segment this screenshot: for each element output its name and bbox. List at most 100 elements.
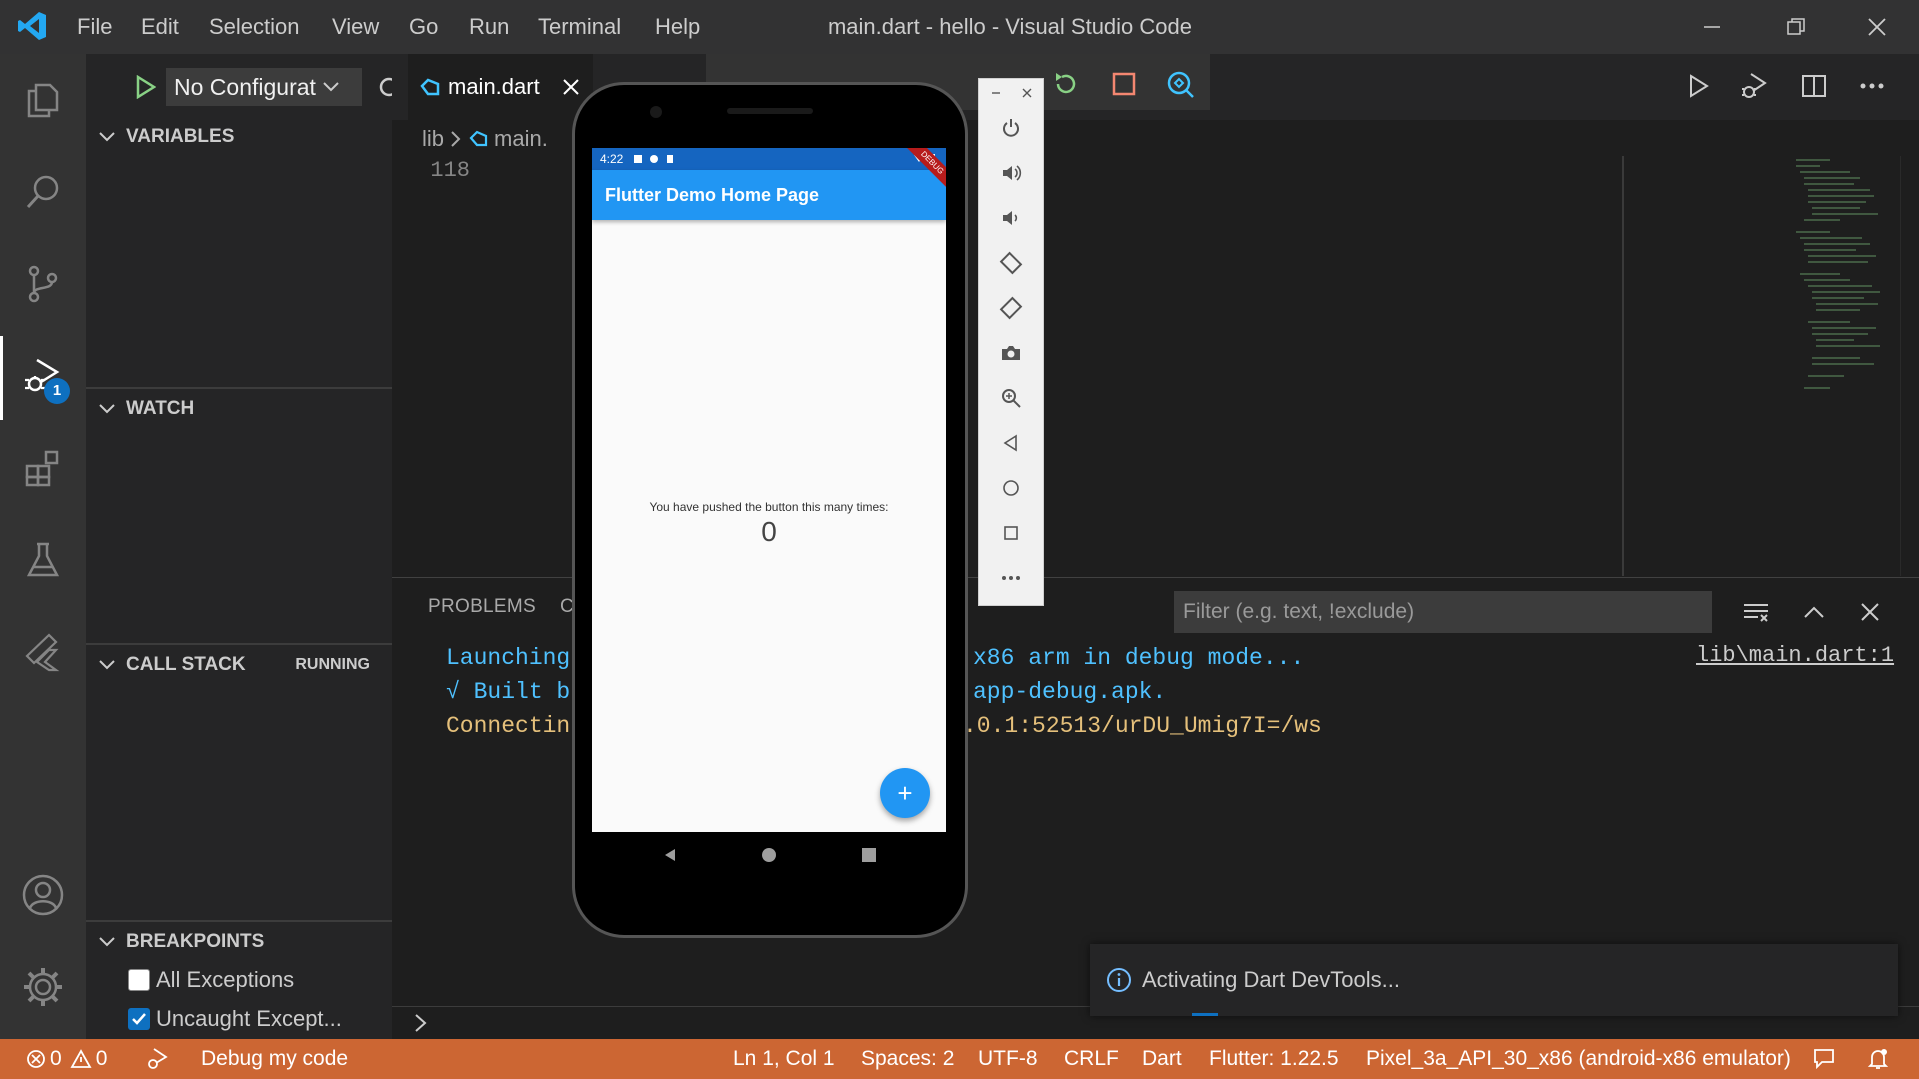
feedback-icon[interactable]	[1812, 1039, 1836, 1079]
chevron-down-icon	[94, 131, 120, 143]
check-icon	[132, 1013, 146, 1025]
notification-toast[interactable]: Activating Dart DevTools...	[1090, 944, 1898, 1016]
increment-fab[interactable]: +	[880, 768, 930, 818]
menu-terminal[interactable]: Terminal	[538, 0, 621, 54]
devtools-inspect-icon[interactable]	[1160, 64, 1200, 104]
menu-run[interactable]: Run	[469, 0, 509, 54]
restore-button[interactable]	[1754, 0, 1838, 54]
maximize-panel-icon[interactable]	[1792, 591, 1836, 633]
accounts-icon[interactable]	[0, 849, 86, 941]
start-debugging-icon[interactable]	[134, 72, 162, 102]
breakpoints-section-header[interactable]: BREAKPOINTS	[86, 922, 392, 962]
zoom-icon[interactable]	[978, 376, 1044, 420]
stop-icon[interactable]	[1104, 64, 1144, 104]
close-tab-icon[interactable]	[562, 78, 580, 96]
notifications-bell-icon[interactable]	[1866, 1039, 1890, 1079]
cursor-position[interactable]: Ln 1, Col 1	[733, 1039, 835, 1079]
debug-session-label[interactable]: Debug my code	[201, 1039, 348, 1079]
camera-dot	[650, 106, 662, 118]
close-emulator-icon[interactable]	[1022, 88, 1032, 98]
clear-console-icon[interactable]	[1734, 591, 1778, 633]
explorer-icon[interactable]	[0, 54, 86, 146]
run-debug-icon[interactable]	[0, 330, 86, 422]
progress-indicator	[1192, 1013, 1218, 1016]
encoding[interactable]: UTF-8	[978, 1039, 1038, 1079]
language-mode[interactable]: Dart	[1142, 1039, 1182, 1079]
minimize-button[interactable]	[1670, 0, 1754, 54]
volume-down-icon[interactable]	[978, 196, 1044, 240]
camera-screenshot-icon[interactable]	[978, 331, 1044, 375]
manage-gear-icon[interactable]	[0, 941, 86, 1033]
split-editor-icon[interactable]	[1792, 66, 1836, 106]
debug-settings-icon[interactable]	[374, 70, 392, 104]
editor-scrollbar[interactable]	[1900, 156, 1919, 576]
flutter-version[interactable]: Flutter: 1.22.5	[1209, 1039, 1339, 1079]
emulator-overview-icon[interactable]	[978, 511, 1044, 555]
console-line-left: Connectin	[446, 713, 571, 739]
status-bar: 0 0 Debug my code Ln 1, Col 1 Spaces: 2 …	[0, 1039, 1919, 1079]
breakpoint-uncaught-exceptions[interactable]: Uncaught Except...	[128, 1001, 342, 1037]
breakpoint-all-exceptions[interactable]: All Exceptions	[128, 962, 294, 998]
console-line-right: app-debug.apk.	[973, 679, 1167, 705]
android-home-icon[interactable]	[749, 844, 789, 866]
tab-problems[interactable]: PROBLEMS	[428, 596, 536, 618]
checkbox[interactable]	[128, 969, 150, 991]
problems-status[interactable]: 0 0	[26, 1039, 107, 1079]
debug-file-icon[interactable]	[1732, 66, 1776, 106]
tab-main-dart[interactable]: main.dart	[408, 54, 593, 120]
line-number: 118	[430, 158, 470, 183]
watch-section-header[interactable]: WATCH	[86, 389, 392, 429]
android-back-icon[interactable]	[650, 844, 690, 866]
editor-ruler	[1622, 156, 1624, 576]
source-control-icon[interactable]	[0, 238, 86, 330]
menu-edit[interactable]: Edit	[141, 0, 179, 54]
minimize-emulator-icon[interactable]	[991, 88, 1001, 98]
warning-icon	[70, 1049, 92, 1069]
emulator-back-icon[interactable]	[978, 421, 1044, 465]
emulator-screen[interactable]: 4:22 Flutter Demo Home Page DEBUG You ha…	[592, 148, 946, 832]
menu-file[interactable]: File	[77, 0, 112, 54]
debug-status-icon[interactable]	[144, 1039, 170, 1079]
close-panel-icon[interactable]	[1848, 591, 1892, 633]
breakpoint-label: All Exceptions	[156, 967, 295, 992]
emulator-more-icon[interactable]	[978, 556, 1044, 600]
vscode-logo-icon	[16, 10, 48, 42]
source-link[interactable]: lib\main.dart:1	[1696, 643, 1894, 668]
indentation[interactable]: Spaces: 2	[861, 1039, 954, 1079]
breadcrumb-lib[interactable]: lib	[422, 126, 444, 152]
rotate-right-icon[interactable]	[978, 286, 1044, 330]
close-window-button[interactable]	[1835, 0, 1919, 54]
rotate-left-icon[interactable]	[978, 241, 1044, 285]
chevron-down-icon	[94, 403, 120, 415]
extensions-icon[interactable]	[0, 422, 86, 514]
minimap[interactable]	[1790, 156, 1900, 576]
menu-selection[interactable]: Selection	[209, 0, 300, 54]
more-actions-icon[interactable]	[1850, 66, 1894, 106]
menu-go[interactable]: Go	[409, 0, 438, 54]
android-recents-icon[interactable]	[849, 844, 889, 866]
chevron-right-icon[interactable]	[414, 1012, 434, 1034]
app-title: Flutter Demo Home Page	[605, 184, 820, 205]
menu-view[interactable]: View	[332, 0, 379, 54]
testing-icon[interactable]	[0, 514, 86, 606]
restart-icon[interactable]	[1046, 64, 1086, 104]
checkbox-checked[interactable]	[128, 1008, 150, 1030]
run-icon[interactable]	[1676, 66, 1720, 106]
search-icon[interactable]	[0, 146, 86, 238]
menu-help[interactable]: Help	[655, 0, 700, 54]
end-of-line[interactable]: CRLF	[1064, 1039, 1119, 1079]
console-line-right: .0.1:52513/urDU_Umig7I=/ws	[963, 713, 1322, 739]
breadcrumb-file[interactable]: main.	[494, 126, 548, 152]
info-icon	[1106, 967, 1132, 993]
variables-section-header[interactable]: VARIABLES	[86, 117, 392, 157]
debug-config-select[interactable]: No Configurat	[166, 68, 362, 106]
flutter-icon[interactable]	[0, 606, 86, 698]
console-filter-input[interactable]: Filter (e.g. text, !exclude)	[1174, 591, 1712, 633]
volume-up-icon[interactable]	[978, 151, 1044, 195]
call-stack-section-header[interactable]: CALL STACK RUNNING	[86, 645, 392, 685]
power-icon[interactable]	[978, 106, 1044, 150]
emulator-home-icon[interactable]	[978, 466, 1044, 510]
chevron-down-icon	[94, 659, 120, 671]
device-selector[interactable]: Pixel_3a_API_30_x86 (android-x86 emulato…	[1366, 1039, 1791, 1079]
chevron-down-icon	[322, 81, 340, 93]
